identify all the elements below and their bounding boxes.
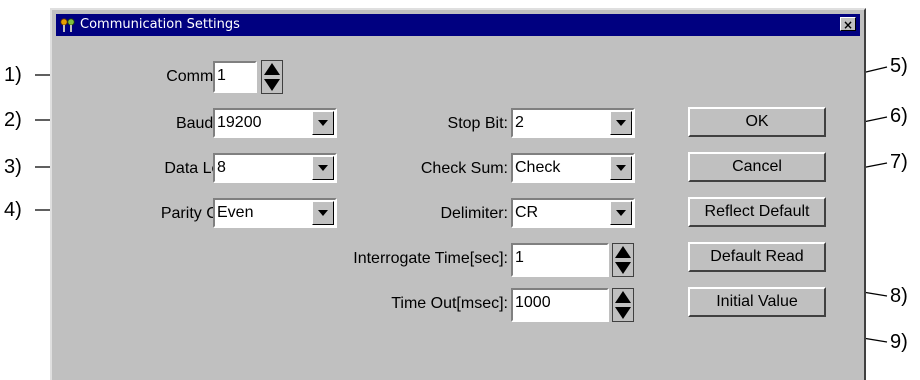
callout-6: 6) [890,105,908,127]
reflect-default-button[interactable]: Reflect Default [688,197,826,227]
callout-7: 7) [890,151,908,173]
app-icon [59,16,77,38]
interrogate-time-spinner-icon[interactable] [612,243,634,277]
callout-9: 9) [890,331,908,353]
delimiter-label: Delimiter: [440,205,508,222]
stop-bit-label: Stop Bit: [447,115,508,132]
comm-port-spinner-icon[interactable] [261,60,283,94]
check-sum-select[interactable]: Check [511,153,635,183]
chevron-down-icon[interactable] [312,201,334,225]
ok-button[interactable]: OK [688,107,826,137]
communication-settings-dialog: Communication Settings × Comm. Port: 1 B… [50,8,866,380]
delimiter-select[interactable]: CR [511,198,635,228]
window-title: Communication Settings [80,17,240,32]
data-length-select[interactable]: 8 [213,153,337,183]
title-bar[interactable]: Communication Settings × [56,14,860,36]
interrogate-time-field[interactable]: 1 [511,243,609,277]
stop-bit-select[interactable]: 2 [511,108,635,138]
time-out-field[interactable]: 1000 [511,288,609,322]
callout-4: 4) [4,199,22,221]
callout-1: 1) [4,64,22,86]
baud-rate-select[interactable]: 19200 [213,108,337,138]
parity-check-select[interactable]: Even [213,198,337,228]
chevron-down-icon[interactable] [610,111,632,135]
callout-8: 8) [890,285,908,307]
time-out-label: Time Out[msec]: [391,295,508,312]
close-icon: × [842,18,854,32]
default-read-button[interactable]: Default Read [688,242,826,272]
interrogate-time-label: Interrogate Time[sec]: [353,250,508,267]
chevron-down-icon[interactable] [312,156,334,180]
time-out-spinner-icon[interactable] [612,288,634,322]
initial-value-button[interactable]: Initial Value [688,287,826,317]
chevron-down-icon[interactable] [610,201,632,225]
close-button[interactable]: × [840,17,856,32]
comm-port-field[interactable]: 1 [213,61,257,93]
cancel-button[interactable]: Cancel [688,152,826,182]
check-sum-label: Check Sum: [420,160,508,177]
callout-5: 5) [890,55,908,77]
chevron-down-icon[interactable] [312,111,334,135]
callout-3: 3) [4,156,22,178]
chevron-down-icon[interactable] [610,156,632,180]
callout-2: 2) [4,109,22,131]
